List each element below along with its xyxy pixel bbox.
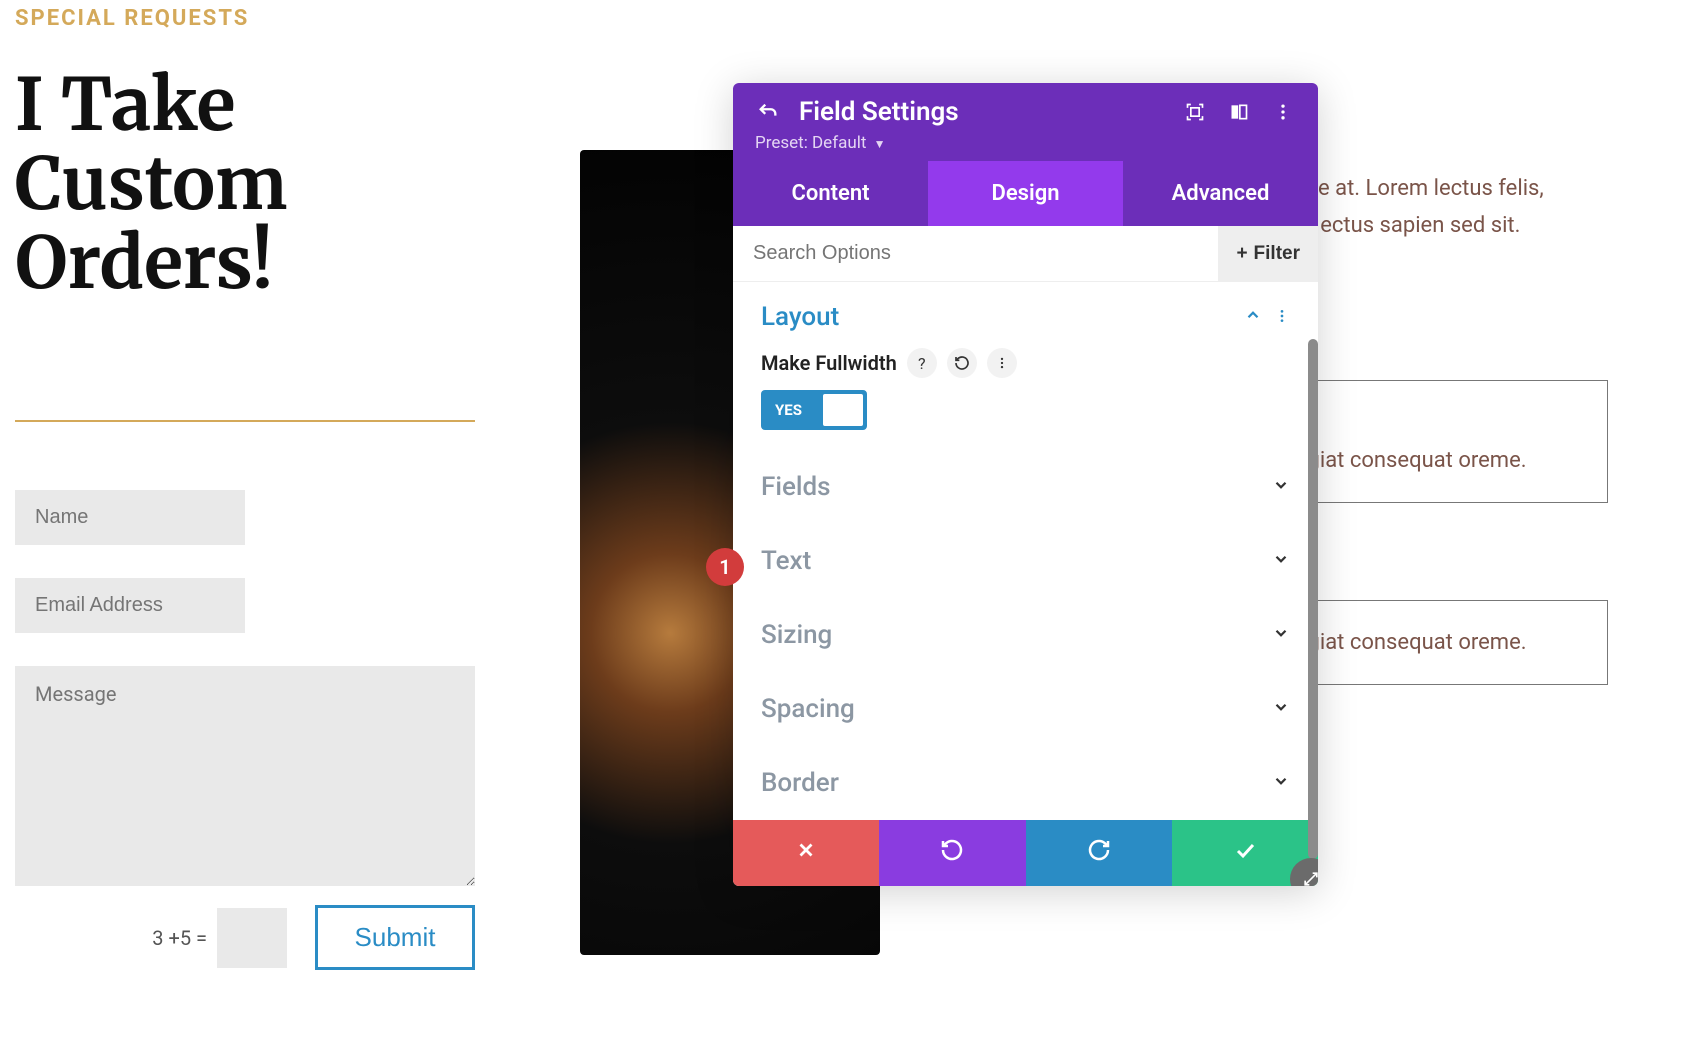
option-label: Make Fullwidth xyxy=(761,351,897,375)
preset-label: Preset: Default xyxy=(755,133,866,153)
chevron-down-icon xyxy=(1272,771,1290,796)
captcha-label: 3 +5 = xyxy=(152,926,207,950)
divider xyxy=(15,420,475,422)
heading-line: I Take xyxy=(15,65,287,144)
section-title: Spacing xyxy=(761,694,855,724)
help-icon[interactable]: ? xyxy=(907,348,937,378)
filter-button[interactable]: + Filter xyxy=(1218,226,1318,281)
tab-bar: Content Design Advanced xyxy=(733,161,1318,226)
name-input[interactable] xyxy=(15,490,245,545)
filter-label: Filter xyxy=(1254,243,1300,265)
heading-line: Orders! xyxy=(15,223,287,302)
email-input[interactable] xyxy=(15,578,245,633)
chevron-down-icon xyxy=(1272,697,1290,722)
section-title: Fields xyxy=(761,472,831,502)
columns-icon[interactable] xyxy=(1226,99,1252,125)
search-input[interactable] xyxy=(733,226,1218,281)
captcha-input[interactable] xyxy=(217,908,287,968)
toggle-label: YES xyxy=(765,401,812,419)
search-row: + Filter xyxy=(733,226,1318,282)
section-spacing[interactable]: Spacing xyxy=(733,672,1318,746)
cancel-button[interactable] xyxy=(733,820,879,886)
chevron-down-icon xyxy=(1272,549,1290,574)
annotation-badge: 1 xyxy=(706,548,744,586)
expand-icon[interactable] xyxy=(1182,99,1208,125)
close-icon xyxy=(795,839,817,868)
preset-dropdown[interactable]: Preset: Default ▼ xyxy=(755,133,1296,153)
chevron-up-icon[interactable] xyxy=(1244,305,1262,329)
chevron-down-icon xyxy=(1272,475,1290,500)
kebab-icon[interactable] xyxy=(987,348,1017,378)
message-textarea[interactable] xyxy=(15,666,475,886)
chevron-down-icon xyxy=(1272,623,1290,648)
section-sizing[interactable]: Sizing xyxy=(733,598,1318,672)
redo-button[interactable] xyxy=(1026,820,1172,886)
reset-icon[interactable] xyxy=(947,348,977,378)
chevron-down-icon: ▼ xyxy=(871,137,886,151)
page-heading: I Take Custom Orders! xyxy=(15,65,287,303)
section-title: Border xyxy=(761,768,839,798)
section-fields[interactable]: Fields xyxy=(733,450,1318,524)
scrollbar[interactable] xyxy=(1308,339,1318,859)
kebab-icon[interactable] xyxy=(1270,99,1296,125)
toggle-knob xyxy=(823,394,863,426)
modal-header: Field Settings Preset: Default ▼ xyxy=(733,83,1318,161)
section-text[interactable]: Text xyxy=(733,524,1318,598)
check-icon xyxy=(1233,838,1257,869)
option-row: Make Fullwidth ? xyxy=(761,348,1290,378)
section-title: Text xyxy=(761,546,811,576)
subtitle-label: SPECIAL REQUESTS xyxy=(15,6,249,31)
settings-modal: Field Settings Preset: Default ▼ Content… xyxy=(733,83,1318,886)
undo-icon xyxy=(940,838,964,869)
heading-line: Custom xyxy=(15,144,287,223)
section-title: Sizing xyxy=(761,620,832,650)
undo-button[interactable] xyxy=(879,820,1025,886)
back-icon[interactable] xyxy=(755,99,781,125)
modal-footer xyxy=(733,820,1318,886)
fullwidth-toggle[interactable]: YES xyxy=(761,390,867,430)
submit-button[interactable]: Submit xyxy=(315,905,475,970)
redo-icon xyxy=(1087,838,1111,869)
kebab-icon[interactable] xyxy=(1274,305,1290,329)
section-title[interactable]: Layout xyxy=(761,302,839,332)
tab-content[interactable]: Content xyxy=(733,161,928,226)
captcha-row: 3 +5 = Submit xyxy=(15,905,475,970)
tab-design[interactable]: Design xyxy=(928,161,1123,226)
plus-icon: + xyxy=(1236,243,1247,265)
modal-title: Field Settings xyxy=(799,97,1164,127)
section-layout: Layout Make Fullwidth ? YES xyxy=(733,282,1318,450)
section-border[interactable]: Border xyxy=(733,746,1318,820)
tab-advanced[interactable]: Advanced xyxy=(1123,161,1318,226)
